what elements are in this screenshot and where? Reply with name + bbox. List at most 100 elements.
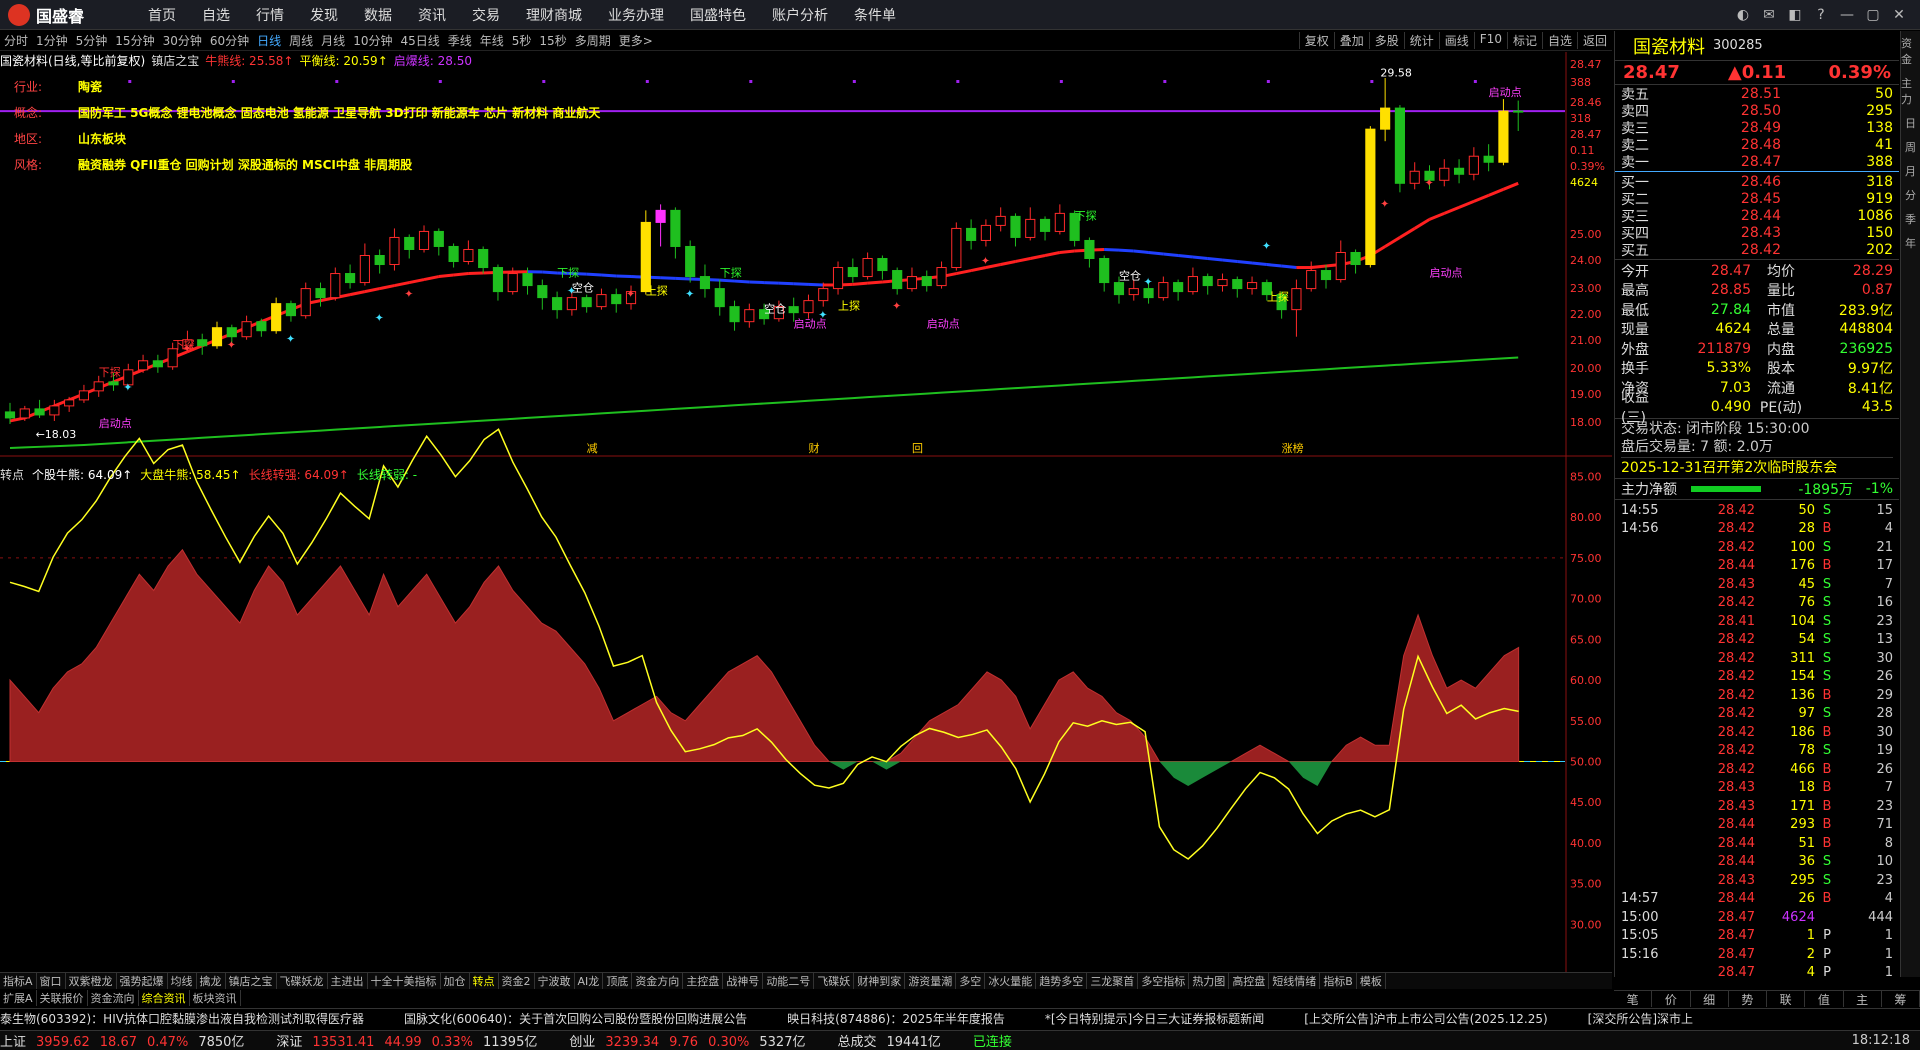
candle[interactable] bbox=[1084, 239, 1095, 260]
candle[interactable] bbox=[1320, 270, 1332, 281]
indicator-tab[interactable]: 财神到家 bbox=[854, 973, 906, 989]
candle[interactable] bbox=[359, 254, 370, 284]
candle[interactable] bbox=[418, 230, 430, 250]
news-item[interactable]: [上交所公告]沪市上市公司公告(2025.12.25) bbox=[1304, 1010, 1547, 1027]
indicator-tab[interactable]: 指标B bbox=[1320, 973, 1357, 989]
timeframe-tab[interactable]: 年线 bbox=[476, 32, 508, 49]
timeframe-tab[interactable]: 分时 bbox=[0, 32, 32, 49]
candle[interactable] bbox=[670, 209, 681, 247]
timeframe-tab[interactable]: 周线 bbox=[285, 32, 317, 49]
panel-tab[interactable]: 价 bbox=[1652, 991, 1691, 1007]
candle[interactable] bbox=[714, 288, 725, 308]
candle[interactable] bbox=[640, 221, 651, 293]
maximize-icon[interactable]: ▢ bbox=[1860, 7, 1886, 23]
timeframe-tab[interactable]: 15分钟 bbox=[111, 32, 158, 49]
candle[interactable] bbox=[93, 381, 104, 392]
candle[interactable] bbox=[921, 276, 932, 287]
candle[interactable] bbox=[788, 306, 799, 314]
candle[interactable] bbox=[1010, 215, 1021, 238]
bid-row[interactable]: 买一 28.46 318 bbox=[1615, 173, 1899, 191]
indicator-tab[interactable]: 窗口 bbox=[37, 973, 66, 989]
menu-item[interactable]: 理财商城 bbox=[526, 5, 582, 25]
candle[interactable] bbox=[315, 288, 326, 299]
sub-tab[interactable]: 资金流向 bbox=[88, 990, 139, 1006]
candle[interactable] bbox=[507, 273, 518, 293]
candle[interactable] bbox=[271, 303, 282, 332]
menu-item[interactable]: 数据 bbox=[364, 5, 392, 25]
kline-chart[interactable]: 28.47 388 28.46 318 28.47 0.11 0.39% 4624 25.00 2… bbox=[0, 52, 1612, 972]
candle[interactable] bbox=[1365, 128, 1376, 266]
candle[interactable] bbox=[566, 297, 577, 311]
candle[interactable] bbox=[374, 254, 385, 266]
panel-tab[interactable]: 主 bbox=[1844, 991, 1882, 1007]
indicator-tab[interactable]: 三龙聚首 bbox=[1087, 973, 1139, 989]
candle[interactable] bbox=[832, 267, 844, 290]
candle[interactable] bbox=[818, 288, 829, 302]
info-value[interactable]: 融资融券 QFII重仓 回购计划 深股通标的 MSCI中盘 非周期股 bbox=[78, 152, 412, 178]
indicator-name[interactable]: 镇店之宝 bbox=[151, 52, 199, 68]
news-item[interactable]: *[今日特别提示]今日三大证券报标题新闻 bbox=[1045, 1010, 1264, 1027]
tool-button[interactable]: 复权 bbox=[1298, 32, 1334, 49]
sidebar-item[interactable]: 分 bbox=[1905, 187, 1916, 203]
candle[interactable] bbox=[1246, 282, 1258, 290]
skin-icon[interactable]: ◧ bbox=[1782, 7, 1808, 23]
indicator-tab[interactable]: 动能二号 bbox=[763, 973, 815, 989]
candle[interactable] bbox=[1113, 282, 1125, 296]
candle[interactable] bbox=[1335, 251, 1346, 281]
help-icon[interactable]: ? bbox=[1808, 7, 1834, 23]
sh-index[interactable]: 上证 3959.62 18.67 0.47% 7850亿 bbox=[0, 1031, 254, 1050]
candle[interactable] bbox=[522, 273, 533, 287]
sub-indicator-name[interactable]: 转点 bbox=[0, 466, 24, 483]
indicator-tab[interactable]: 顶底 bbox=[603, 973, 633, 989]
candle[interactable] bbox=[596, 294, 607, 308]
candle[interactable] bbox=[226, 327, 237, 338]
menu-item[interactable]: 账户分析 bbox=[772, 5, 828, 25]
tool-button[interactable]: 返回 bbox=[1576, 32, 1612, 49]
candle[interactable] bbox=[389, 236, 400, 266]
candle[interactable] bbox=[995, 215, 1006, 226]
bid-row[interactable]: 买四 28.43 150 bbox=[1615, 224, 1899, 242]
candle[interactable] bbox=[581, 297, 592, 308]
panel-tab[interactable]: 势 bbox=[1729, 991, 1767, 1007]
candle[interactable] bbox=[862, 258, 873, 278]
tool-button[interactable]: 叠加 bbox=[1333, 32, 1369, 49]
candle[interactable] bbox=[1025, 218, 1036, 238]
candle[interactable] bbox=[537, 285, 548, 299]
candle[interactable] bbox=[19, 408, 30, 419]
candle[interactable] bbox=[877, 258, 888, 272]
tool-button[interactable]: F10 bbox=[1473, 32, 1507, 49]
event-marker[interactable]: 涨榜 bbox=[1282, 441, 1304, 455]
indicator-tab[interactable]: 多空 bbox=[956, 973, 986, 989]
candle[interactable] bbox=[951, 227, 962, 269]
candle[interactable] bbox=[152, 360, 163, 368]
candle[interactable] bbox=[803, 300, 814, 314]
sidebar-item[interactable]: 周 bbox=[1905, 139, 1916, 155]
bid-row[interactable]: 买二 28.45 919 bbox=[1615, 190, 1899, 208]
menu-item[interactable]: 国盛特色 bbox=[690, 5, 746, 25]
candle[interactable] bbox=[655, 209, 666, 223]
candle[interactable] bbox=[1306, 270, 1317, 290]
tool-button[interactable]: 多股 bbox=[1368, 32, 1404, 49]
candle[interactable] bbox=[1380, 107, 1391, 130]
ask-row[interactable]: 卖一 28.47 388 bbox=[1615, 153, 1899, 171]
candle[interactable] bbox=[1394, 107, 1406, 184]
candle[interactable] bbox=[611, 294, 622, 305]
candle[interactable] bbox=[906, 276, 918, 290]
sub-tab[interactable]: 综合资讯 bbox=[139, 990, 190, 1006]
candle[interactable] bbox=[137, 360, 149, 371]
indicator-tab[interactable]: 擒龙 bbox=[197, 973, 226, 989]
candle[interactable] bbox=[1143, 288, 1154, 299]
tool-button[interactable]: 画线 bbox=[1438, 32, 1474, 49]
menu-item[interactable]: 业务办理 bbox=[608, 5, 664, 25]
timeframe-tab[interactable]: 5分钟 bbox=[72, 32, 112, 49]
candle[interactable] bbox=[345, 273, 356, 284]
candle[interactable] bbox=[980, 224, 991, 241]
candle[interactable] bbox=[1291, 288, 1302, 311]
panel-tab[interactable]: 值 bbox=[1805, 991, 1844, 1007]
indicator-tab[interactable]: 冰火量能 bbox=[985, 973, 1037, 989]
candle[interactable] bbox=[892, 270, 903, 290]
candle[interactable] bbox=[330, 273, 341, 299]
candle[interactable] bbox=[1483, 155, 1494, 163]
indicator-tab[interactable]: 强势起爆 bbox=[117, 973, 168, 989]
indicator-tab[interactable]: 转点 bbox=[470, 973, 499, 989]
